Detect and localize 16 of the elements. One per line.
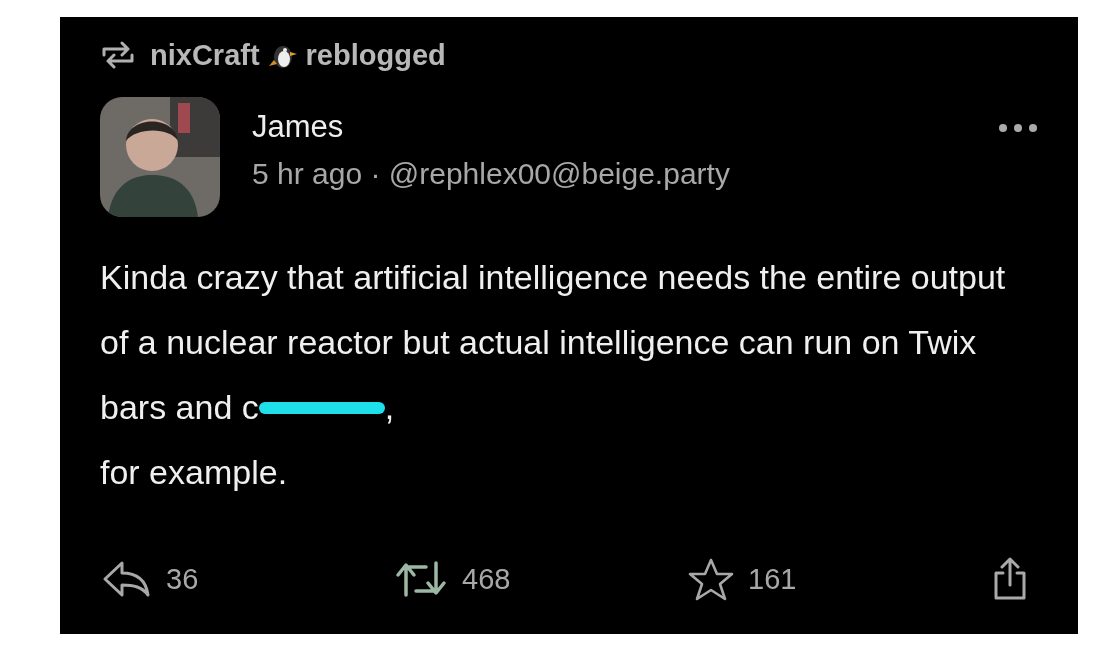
post-text: Kinda crazy that artificial intelligence needs the entire output of a nuclear reactor but actual intelligence can run on Twix bars and c , for example. xyxy=(100,257,1007,493)
share-button[interactable] xyxy=(992,557,1028,601)
avatar[interactable] xyxy=(100,97,220,217)
reblogger-name[interactable]: nixCraft xyxy=(150,38,260,72)
favourite-button[interactable]: 161 xyxy=(688,557,988,601)
share-icon xyxy=(992,557,1028,601)
star-icon xyxy=(688,557,734,601)
reply-icon xyxy=(102,559,152,599)
author-name[interactable]: James xyxy=(252,109,966,145)
reply-button[interactable]: 36 xyxy=(102,559,394,599)
boost-icon xyxy=(394,559,448,599)
more-icon[interactable] xyxy=(998,123,1038,133)
post-meta: 5 hr ago · @rephlex00@beige.party xyxy=(252,157,731,191)
repeat-icon xyxy=(100,41,136,69)
boost-button[interactable]: 468 xyxy=(394,559,688,599)
reblogged-label: reblogged xyxy=(305,38,446,72)
